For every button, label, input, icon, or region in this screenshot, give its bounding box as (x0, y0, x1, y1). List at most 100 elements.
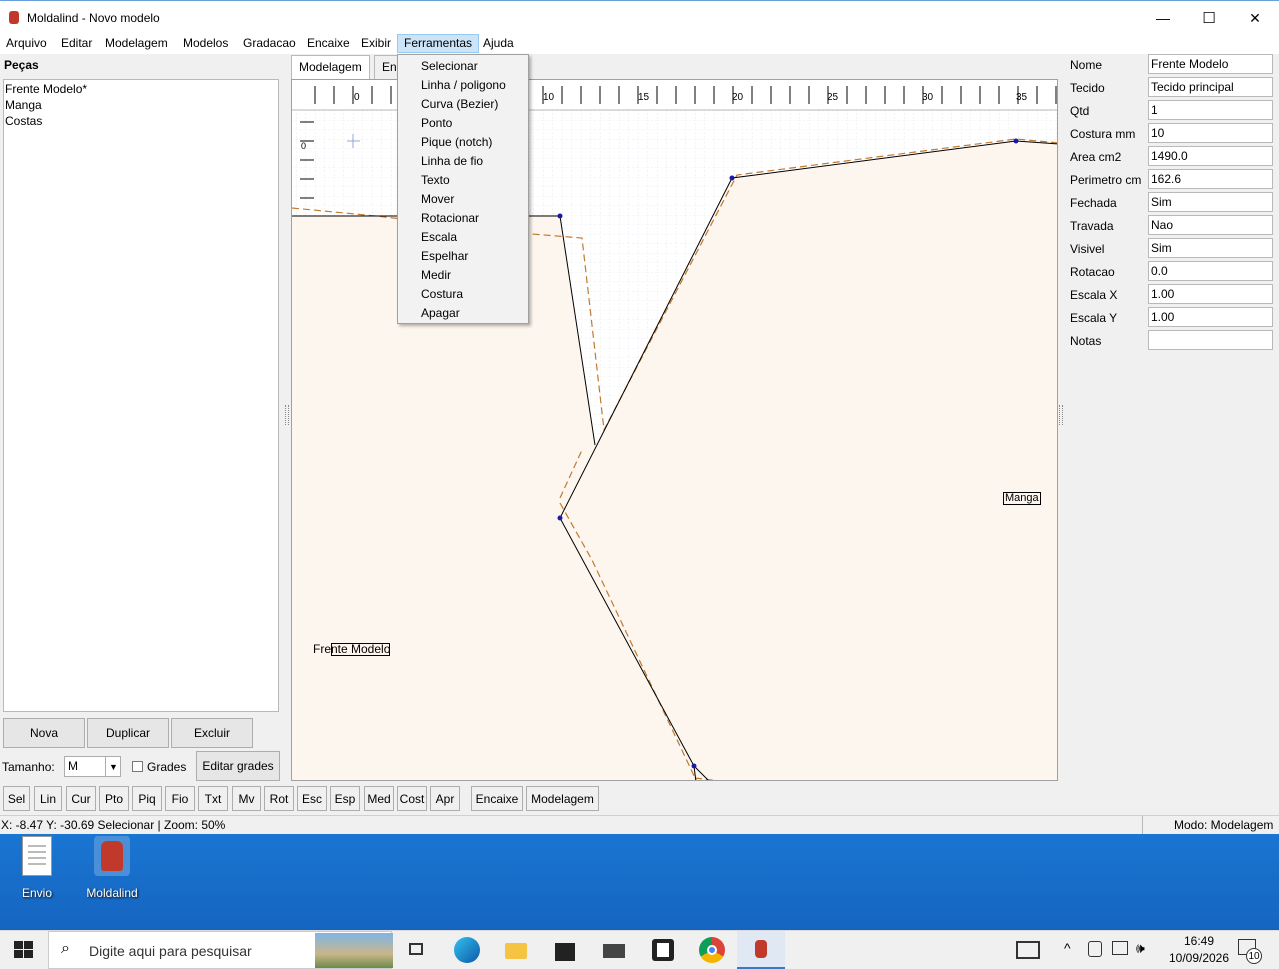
prop-label-perimetro: Perimetro cm (1070, 173, 1142, 187)
tool-fio-button[interactable]: Fio (165, 786, 195, 811)
prop-field-costura[interactable]: 10 (1148, 123, 1273, 143)
ruler-label: 0 (354, 92, 360, 103)
list-item[interactable]: Frente Modelo* (5, 81, 87, 97)
tab-modelagem[interactable]: Modelagem (291, 55, 370, 79)
menu-arquivo[interactable]: Arquivo (0, 34, 53, 53)
menu-item-pique[interactable]: Pique (notch) (421, 135, 492, 149)
news-widget-icon[interactable] (1016, 941, 1040, 959)
windows-start-icon[interactable] (14, 941, 34, 959)
prop-field-escala-x[interactable]: 1.00 (1148, 284, 1273, 304)
list-item[interactable]: Manga (5, 97, 42, 113)
menu-item-medir[interactable]: Medir (421, 268, 451, 282)
chrome-icon[interactable] (699, 937, 725, 963)
pieces-list[interactable]: Frente Modelo* Manga Costas (3, 79, 279, 712)
menu-item-apagar[interactable]: Apagar (421, 306, 460, 320)
volume-icon[interactable]: 🕪 (1136, 940, 1145, 957)
prop-field-qtd[interactable]: 1 (1148, 100, 1273, 120)
status-divider (1142, 816, 1143, 834)
chevron-up-icon[interactable]: ^ (1064, 940, 1071, 956)
menu-item-costura[interactable]: Costura (421, 287, 463, 301)
tamanho-label: Tamanho: (2, 760, 55, 774)
tool-lin-button[interactable]: Lin (34, 786, 62, 811)
menu-item-curva[interactable]: Curva (Bezier) (421, 97, 498, 111)
prop-field-escala-y[interactable]: 1.00 (1148, 307, 1273, 327)
prop-label-fechada: Fechada (1070, 196, 1117, 210)
tool-piq-button[interactable]: Piq (132, 786, 162, 811)
grades-checkbox[interactable] (132, 761, 143, 772)
tamanho-select[interactable]: M ▼ (64, 756, 121, 777)
clock-date[interactable]: 10/09/2026 (1157, 951, 1241, 965)
piece-label-manga[interactable]: Manga (1003, 492, 1041, 505)
menu-item-ponto[interactable]: Ponto (421, 116, 452, 130)
menu-item-espelhar[interactable]: Espelhar (421, 249, 468, 263)
splitter-left[interactable] (285, 405, 289, 425)
excluir-button[interactable]: Excluir (171, 718, 253, 748)
list-item[interactable]: Costas (5, 113, 42, 129)
menu-item-selecionar[interactable]: Selecionar (421, 59, 478, 73)
prop-field-perimetro[interactable]: 162.6 (1148, 169, 1273, 189)
prop-field-nome[interactable]: Frente Modelo (1148, 54, 1273, 74)
menu-exibir[interactable]: Exibir (355, 34, 397, 53)
modelagem-button[interactable]: Modelagem (526, 786, 599, 811)
minimize-button[interactable]: — (1140, 1, 1186, 35)
taskbar-search[interactable]: ⌕ Digite aqui para pesquisar (48, 931, 393, 969)
tool-esc-button[interactable]: Esc (297, 786, 327, 811)
menu-editar[interactable]: Editar (55, 34, 98, 53)
tool-cur-button[interactable]: Cur (66, 786, 96, 811)
search-placeholder: Digite aqui para pesquisar (89, 943, 252, 959)
meet-icon[interactable] (1088, 941, 1102, 957)
prop-label-nome: Nome (1070, 58, 1103, 72)
network-icon[interactable] (1112, 941, 1128, 955)
menu-item-texto[interactable]: Texto (421, 173, 450, 187)
tool-sel-button[interactable]: Sel (3, 786, 30, 811)
prop-field-travada[interactable]: Nao (1148, 215, 1273, 235)
menu-modelos[interactable]: Modelos (177, 34, 234, 53)
menu-item-rotacionar[interactable]: Rotacionar (421, 211, 479, 225)
splitter-right[interactable] (1059, 405, 1063, 425)
tool-esp-button[interactable]: Esp (330, 786, 360, 811)
menu-gradacao[interactable]: Gradacao (237, 34, 302, 53)
menu-item-escala[interactable]: Escala (421, 230, 457, 244)
prop-field-notas[interactable] (1148, 330, 1273, 350)
tool-rot-button[interactable]: Rot (264, 786, 294, 811)
prop-field-visivel[interactable]: Sim (1148, 238, 1273, 258)
encaixe-button[interactable]: Encaixe (471, 786, 523, 811)
desktop-icon-moldalind[interactable]: Moldalind (77, 836, 147, 900)
menu-encaixe[interactable]: Encaixe (301, 34, 356, 53)
tool-cost-button[interactable]: Cost (397, 786, 427, 811)
app-icon (9, 11, 19, 24)
mail-icon[interactable] (601, 937, 627, 963)
duplicar-button[interactable]: Duplicar (87, 718, 169, 748)
calculator-icon[interactable] (650, 937, 676, 963)
menu-item-linha-de-fio[interactable]: Linha de fio (421, 154, 483, 168)
taskbar-moldalind-button[interactable] (737, 931, 785, 969)
ruler-label: 0 (301, 141, 306, 151)
tool-med-button[interactable]: Med (364, 786, 394, 811)
desktop-icon-label: Envio (21, 886, 53, 900)
search-highlight-image (315, 933, 393, 968)
store-icon[interactable] (552, 937, 578, 963)
tool-mv-button[interactable]: Mv (232, 786, 261, 811)
desktop-icon-envio[interactable]: Envio (2, 836, 72, 900)
menu-modelagem[interactable]: Modelagem (99, 34, 174, 53)
ruler-label: 35 (1016, 92, 1028, 103)
file-explorer-icon[interactable] (503, 937, 529, 963)
prop-field-tecido[interactable]: Tecido principal (1148, 77, 1273, 97)
close-button[interactable]: ✕ (1232, 1, 1278, 35)
menu-ajuda[interactable]: Ajuda (477, 34, 520, 53)
prop-field-area[interactable]: 1490.0 (1148, 146, 1273, 166)
menu-item-mover[interactable]: Mover (421, 192, 454, 206)
menu-item-linha[interactable]: Linha / poligono (421, 78, 506, 92)
editar-grades-button[interactable]: Editar grades (196, 751, 280, 781)
prop-field-fechada[interactable]: Sim (1148, 192, 1273, 212)
tool-pto-button[interactable]: Pto (99, 786, 129, 811)
clock-time[interactable]: 16:49 (1164, 934, 1234, 948)
tool-apr-button[interactable]: Apr (430, 786, 460, 811)
menu-ferramentas[interactable]: Ferramentas (397, 34, 480, 53)
task-view-icon[interactable] (405, 937, 431, 963)
tool-txt-button[interactable]: Txt (198, 786, 228, 811)
prop-field-rotacao[interactable]: 0.0 (1148, 261, 1273, 281)
maximize-button[interactable]: ☐ (1186, 1, 1232, 35)
edge-icon[interactable] (454, 937, 480, 963)
nova-button[interactable]: Nova (3, 718, 85, 748)
